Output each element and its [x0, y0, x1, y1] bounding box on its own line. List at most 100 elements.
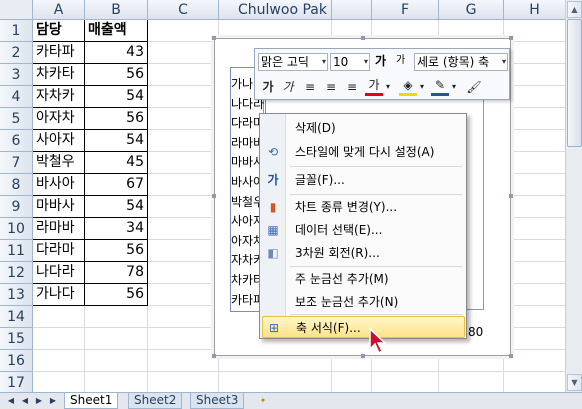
- resize-handle[interactable]: [361, 354, 365, 358]
- table-cell[interactable]: [504, 240, 566, 262]
- table-cell[interactable]: 자차카: [33, 86, 85, 108]
- row-header[interactable]: 7: [0, 152, 33, 174]
- table-cell[interactable]: [148, 86, 219, 108]
- col-header-e[interactable]: [332, 0, 372, 20]
- menu-item-change-chart-type[interactable]: ▮ 차트 종류 변경(Y)...: [262, 196, 465, 218]
- row-header[interactable]: 11: [0, 240, 33, 262]
- table-cell[interactable]: [504, 20, 566, 42]
- table-cell[interactable]: [148, 218, 219, 240]
- table-cell[interactable]: [148, 20, 219, 42]
- row-header[interactable]: 8: [0, 174, 33, 196]
- shrink-font-button[interactable]: 가: [394, 53, 412, 71]
- resize-handle[interactable]: [509, 36, 513, 40]
- table-cell[interactable]: [504, 42, 566, 64]
- table-cell[interactable]: [504, 306, 566, 328]
- format-painter-icon[interactable]: 🖌: [465, 78, 483, 96]
- table-cell[interactable]: [148, 42, 219, 64]
- first-sheet-icon[interactable]: ◀: [4, 394, 18, 408]
- table-cell[interactable]: [85, 372, 148, 394]
- table-cell[interactable]: [33, 306, 85, 328]
- row-header[interactable]: 15: [0, 328, 33, 350]
- chevron-down-icon[interactable]: ▾: [417, 78, 427, 96]
- italic-button[interactable]: 가: [279, 78, 297, 96]
- row-header[interactable]: 3: [0, 64, 33, 86]
- table-cell[interactable]: [148, 130, 219, 152]
- row-header[interactable]: 5: [0, 108, 33, 130]
- table-cell[interactable]: 가나다: [33, 284, 85, 306]
- table-cell[interactable]: [504, 350, 566, 372]
- table-cell[interactable]: [85, 306, 148, 328]
- table-cell[interactable]: [33, 328, 85, 350]
- row-header[interactable]: 6: [0, 130, 33, 152]
- table-cell[interactable]: [85, 328, 148, 350]
- table-cell[interactable]: 56: [85, 284, 148, 306]
- table-cell[interactable]: 매출액: [85, 20, 148, 42]
- font-size-box[interactable]: 10 ▾: [330, 53, 370, 71]
- row-header[interactable]: 10: [0, 218, 33, 240]
- table-cell[interactable]: 사아자: [33, 130, 85, 152]
- align-left-icon[interactable]: ≡: [301, 78, 319, 96]
- table-cell[interactable]: [504, 218, 566, 240]
- table-cell[interactable]: [504, 196, 566, 218]
- menu-item-add-major-gridlines[interactable]: 주 눈금선 추가(M): [262, 268, 465, 290]
- table-cell[interactable]: [504, 174, 566, 196]
- insert-sheet-icon[interactable]: ✦: [256, 394, 270, 408]
- table-cell[interactable]: [504, 130, 566, 152]
- table-cell[interactable]: [504, 64, 566, 86]
- table-cell[interactable]: 다라마: [33, 240, 85, 262]
- row-header[interactable]: 4: [0, 86, 33, 108]
- row-header[interactable]: 12: [0, 262, 33, 284]
- chart-element-select[interactable]: 세로 (항목) 축 ▾: [414, 53, 508, 71]
- tab-sheet2[interactable]: Sheet2: [128, 393, 183, 409]
- table-cell[interactable]: [504, 328, 566, 350]
- scroll-thumb[interactable]: [567, 19, 582, 147]
- menu-item-format-axis[interactable]: ⊞ 축 서식(F)...: [262, 316, 465, 338]
- table-cell[interactable]: 56: [85, 108, 148, 130]
- scroll-down-icon[interactable]: ▼: [567, 374, 582, 391]
- resize-handle[interactable]: [509, 354, 513, 358]
- next-sheet-icon[interactable]: ▶: [32, 394, 46, 408]
- menu-item-delete[interactable]: 삭제(D): [262, 117, 465, 139]
- chevron-down-icon[interactable]: ▾: [383, 78, 393, 96]
- prev-sheet-icon[interactable]: ◀: [18, 394, 32, 408]
- menu-item-3d-rotation[interactable]: ◧ 3차원 회전(R)...: [262, 242, 465, 264]
- table-cell[interactable]: [148, 240, 219, 262]
- table-cell[interactable]: [148, 174, 219, 196]
- resize-handle[interactable]: [212, 194, 216, 198]
- table-cell[interactable]: [372, 372, 439, 394]
- menu-item-font[interactable]: 가 글꼴(F)...: [262, 169, 465, 191]
- table-cell[interactable]: 45: [85, 152, 148, 174]
- table-cell[interactable]: [332, 372, 372, 394]
- tab-sheet3[interactable]: Sheet3: [190, 393, 245, 409]
- menu-item-select-data[interactable]: ▦ 데이터 선택(E)...: [262, 219, 465, 241]
- align-right-icon[interactable]: ≡: [343, 78, 361, 96]
- table-cell[interactable]: 나다라: [33, 262, 85, 284]
- row-header[interactable]: 2: [0, 42, 33, 64]
- outline-color-icon[interactable]: ✎: [431, 78, 449, 96]
- table-cell[interactable]: 바사아: [33, 174, 85, 196]
- tab-sheet1[interactable]: Sheet1: [64, 393, 119, 409]
- table-cell[interactable]: [504, 284, 566, 306]
- table-cell[interactable]: 박철우: [33, 152, 85, 174]
- col-header-f[interactable]: F: [372, 0, 439, 20]
- col-header-a[interactable]: A: [33, 0, 85, 20]
- table-cell[interactable]: [148, 284, 219, 306]
- table-cell[interactable]: 마바사: [33, 196, 85, 218]
- table-cell[interactable]: 43: [85, 42, 148, 64]
- table-cell[interactable]: [148, 108, 219, 130]
- table-cell[interactable]: 56: [85, 64, 148, 86]
- vertical-scrollbar[interactable]: ▲ ▼: [565, 0, 582, 392]
- menu-item-reset-style[interactable]: ⟲ 스타일에 맞게 다시 설정(A): [262, 141, 465, 163]
- align-center-icon[interactable]: ≡: [322, 78, 340, 96]
- font-color-button[interactable]: 가: [365, 78, 383, 96]
- table-cell[interactable]: [148, 328, 219, 350]
- table-cell[interactable]: [148, 372, 219, 394]
- bold-button[interactable]: 가: [259, 78, 277, 96]
- table-cell[interactable]: 78: [85, 262, 148, 284]
- row-header[interactable]: 14: [0, 306, 33, 328]
- table-cell[interactable]: 라마바: [33, 218, 85, 240]
- table-cell[interactable]: 54: [85, 130, 148, 152]
- table-cell[interactable]: 54: [85, 196, 148, 218]
- row-header[interactable]: 9: [0, 196, 33, 218]
- table-cell[interactable]: [504, 372, 566, 394]
